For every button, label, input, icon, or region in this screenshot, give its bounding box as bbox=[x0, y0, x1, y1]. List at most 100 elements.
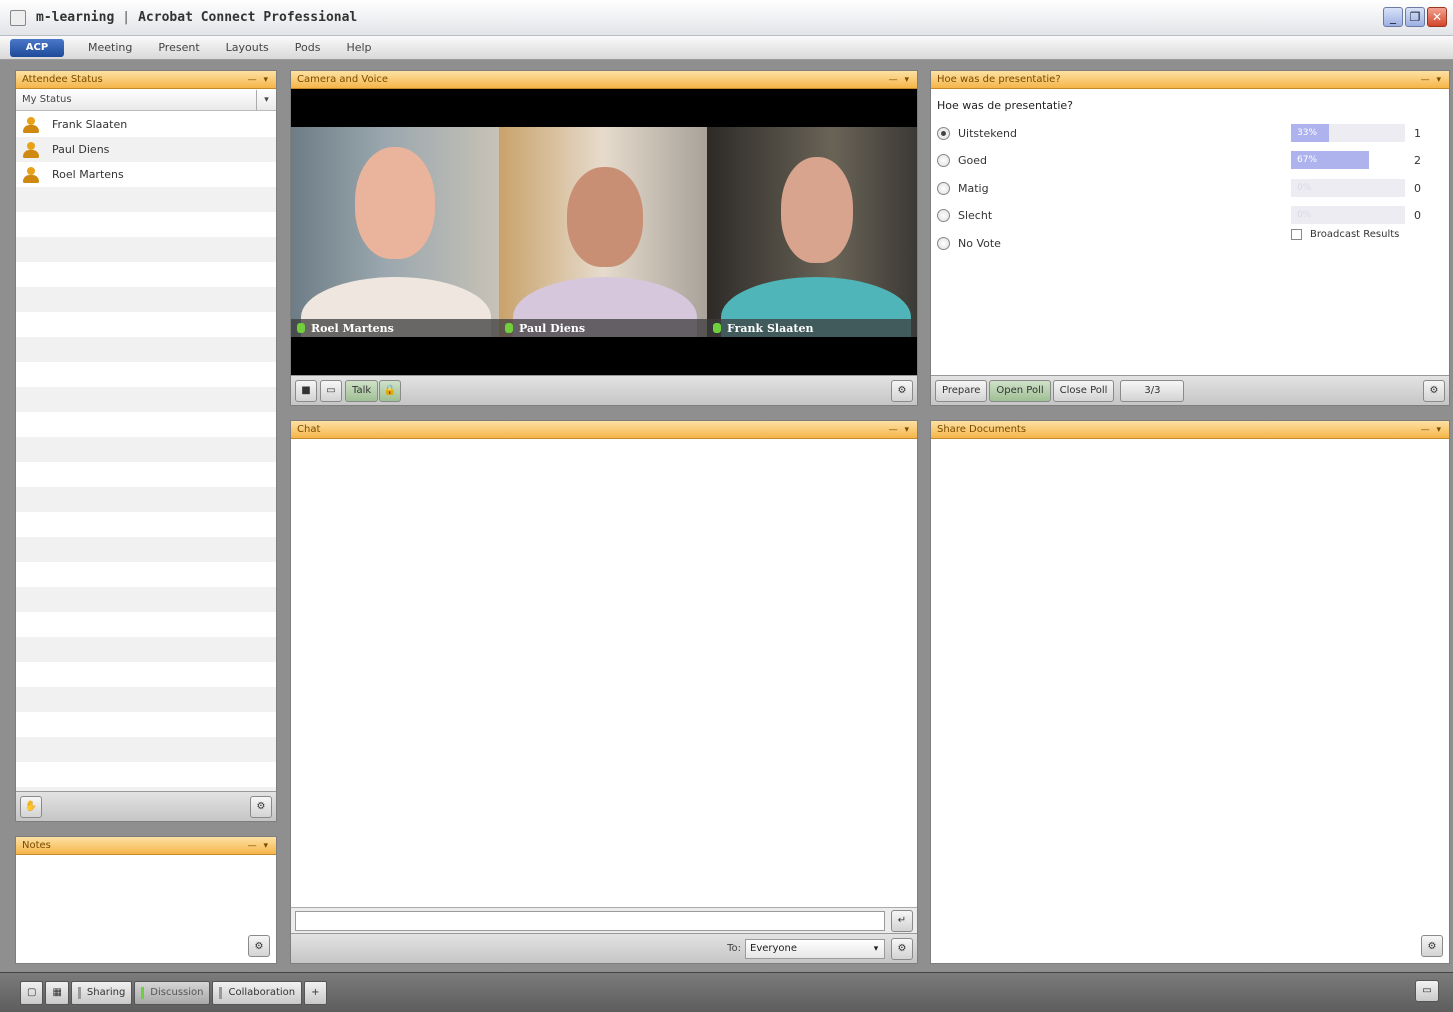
broadcast-label: Broadcast Results bbox=[1310, 229, 1400, 240]
lock-icon[interactable]: 🔒 bbox=[379, 379, 402, 402]
poll-bar-fill: 0% bbox=[1297, 210, 1312, 220]
chat-pod-title: Chat bbox=[297, 424, 321, 435]
pod-menu-icon[interactable]: — ▾ bbox=[1421, 425, 1443, 435]
pod-menu-icon[interactable]: — ▾ bbox=[248, 75, 270, 85]
poll-option-label: Goed bbox=[958, 153, 988, 167]
pod-menu-icon[interactable]: — ▾ bbox=[1421, 75, 1443, 85]
poll-count: 0 bbox=[1414, 208, 1421, 222]
minimize-icon[interactable]: _ bbox=[1383, 7, 1403, 27]
poll-count: 2 bbox=[1414, 153, 1421, 167]
pod-options-icon[interactable]: ⚙ bbox=[891, 379, 913, 402]
menu-meeting[interactable]: Meeting bbox=[88, 41, 132, 54]
close-poll-button[interactable]: Close Poll bbox=[1052, 379, 1115, 402]
poll-bar-track: 33% bbox=[1291, 124, 1405, 142]
poll-option[interactable]: Goed 67% 2 bbox=[937, 150, 1443, 170]
attendee-name: Roel Martens bbox=[52, 168, 124, 181]
attendee-name: Paul Diens bbox=[52, 143, 110, 156]
open-poll-button[interactable]: Open Poll bbox=[989, 379, 1051, 402]
broadcast-results-checkbox[interactable]: Broadcast Results bbox=[1291, 229, 1399, 240]
notes-pod-title: Notes bbox=[22, 840, 51, 851]
chat-recipient-value: Everyone bbox=[750, 943, 798, 954]
radio-button[interactable] bbox=[937, 126, 950, 140]
camera-voice-footer: ■ ▭ Talk 🔒 ⚙ bbox=[291, 375, 917, 405]
attendee-name: Frank Slaaten bbox=[52, 118, 128, 131]
tab-marker bbox=[77, 986, 81, 999]
attendee-pod-title: Attendee Status bbox=[22, 74, 103, 85]
page-icon[interactable]: ▢ bbox=[20, 980, 44, 1005]
tab-marker bbox=[219, 986, 223, 999]
poll-option-label: Uitstekend bbox=[958, 126, 1017, 140]
radio-button[interactable] bbox=[937, 208, 950, 222]
notes-pod: Notes — ▾ ⚙ bbox=[15, 836, 277, 964]
restore-icon[interactable]: ❐ bbox=[1405, 7, 1425, 27]
chat-footer: To: Everyone ▾ ⚙ bbox=[291, 933, 917, 963]
chat-pod: Chat — ▾ ↵ To: Everyone ▾ ⚙ bbox=[290, 420, 918, 964]
radio-button[interactable] bbox=[937, 236, 950, 250]
poll-footer: Prepare Open Poll Close Poll 3/3 ⚙ bbox=[931, 375, 1449, 405]
window-titlebar: m-learning | Acrobat Connect Professiona… bbox=[0, 0, 1453, 36]
share-documents-options: ⚙ bbox=[1421, 935, 1443, 957]
poll-bar-fill: 33% bbox=[1291, 124, 1329, 142]
radio-button[interactable] bbox=[937, 153, 950, 167]
pod-options-icon[interactable]: ⚙ bbox=[891, 937, 913, 960]
camera-icon[interactable]: ▭ bbox=[320, 379, 342, 402]
tab-sharing[interactable]: Sharing bbox=[70, 980, 133, 1005]
attendee-pod: Attendee Status — ▾ My Status ▾ Frank Sl… bbox=[15, 70, 277, 822]
poll-question: Hoe was de presentatie? bbox=[937, 99, 1074, 112]
pod-menu-icon[interactable]: — ▾ bbox=[889, 425, 911, 435]
pod-menu-icon[interactable]: — ▾ bbox=[248, 841, 270, 851]
hand-icon[interactable]: ✋ bbox=[20, 795, 42, 818]
presenter-icon[interactable]: ▭ bbox=[1415, 980, 1439, 1002]
poll-pod-title: Hoe was de presentatie? bbox=[937, 74, 1061, 85]
list-item[interactable]: Paul Diens bbox=[16, 137, 276, 162]
menu-bar: ACP Meeting Present Layouts Pods Help bbox=[0, 36, 1453, 60]
video-tile: Frank Slaaten bbox=[707, 127, 917, 337]
pod-options-icon[interactable]: ⚙ bbox=[1423, 379, 1445, 402]
poll-bar-fill: 67% bbox=[1291, 151, 1369, 169]
camera-label: Roel Martens bbox=[291, 319, 499, 337]
checkbox[interactable] bbox=[1291, 229, 1302, 240]
chat-recipient-select[interactable]: Everyone ▾ bbox=[745, 938, 885, 959]
tab-collaboration[interactable]: Collaboration bbox=[212, 980, 303, 1005]
share-documents-pod: Share Documents — ▾ ⚙ bbox=[930, 420, 1450, 964]
menu-present[interactable]: Present bbox=[158, 41, 199, 54]
radio-button[interactable] bbox=[937, 181, 950, 195]
pod-options-icon[interactable]: ⚙ bbox=[250, 795, 272, 818]
video-tile: Roel Martens bbox=[291, 127, 499, 337]
chevron-down-icon[interactable]: ▾ bbox=[256, 89, 276, 110]
menu-pods[interactable]: Pods bbox=[295, 41, 321, 54]
pod-options-icon[interactable]: ⚙ bbox=[248, 935, 270, 957]
camera-label: Paul Diens bbox=[499, 319, 707, 337]
poll-bar-fill: 0% bbox=[1297, 183, 1312, 193]
connect-logo: ACP bbox=[10, 38, 64, 57]
prepare-button[interactable]: Prepare bbox=[935, 379, 988, 402]
chat-message-input[interactable] bbox=[295, 910, 885, 931]
poll-pod-header: Hoe was de presentatie? — ▾ bbox=[931, 71, 1449, 89]
stop-icon[interactable]: ■ bbox=[295, 379, 317, 402]
video-area: Roel Martens Paul Diens Frank Slaaten bbox=[291, 89, 917, 375]
send-icon[interactable]: ↵ bbox=[891, 909, 913, 932]
poll-option[interactable]: Uitstekend 33% 1 bbox=[937, 123, 1443, 143]
list-item[interactable]: Frank Slaaten bbox=[16, 112, 276, 137]
my-status-dropdown[interactable]: My Status ▾ bbox=[16, 89, 276, 111]
layout-icon[interactable]: ▦ bbox=[45, 980, 69, 1005]
talk-button[interactable]: Talk bbox=[345, 379, 379, 402]
chevron-down-icon[interactable]: ▾ bbox=[868, 944, 884, 954]
microphone-icon bbox=[713, 323, 721, 333]
menu-layouts[interactable]: Layouts bbox=[226, 41, 269, 54]
attendee-list: Frank Slaaten Paul Diens Roel Martens bbox=[16, 112, 276, 791]
poll-option[interactable]: Slecht 0% 0 bbox=[937, 205, 1443, 225]
camera-voice-pod-header: Camera and Voice — ▾ bbox=[291, 71, 917, 89]
face bbox=[781, 157, 853, 263]
menu-help[interactable]: Help bbox=[346, 41, 371, 54]
microphone-icon bbox=[297, 323, 305, 333]
list-item[interactable]: Roel Martens bbox=[16, 162, 276, 187]
title-separator: | bbox=[122, 10, 131, 25]
tab-discussion[interactable]: Discussion bbox=[134, 980, 211, 1005]
pod-options-icon[interactable]: ⚙ bbox=[1421, 935, 1443, 957]
close-icon[interactable]: ✕ bbox=[1427, 7, 1447, 27]
poll-count: 0 bbox=[1414, 181, 1421, 195]
pod-menu-icon[interactable]: — ▾ bbox=[889, 75, 911, 85]
poll-option[interactable]: Matig 0% 0 bbox=[937, 178, 1443, 198]
add-layout-button[interactable]: + bbox=[304, 980, 327, 1005]
